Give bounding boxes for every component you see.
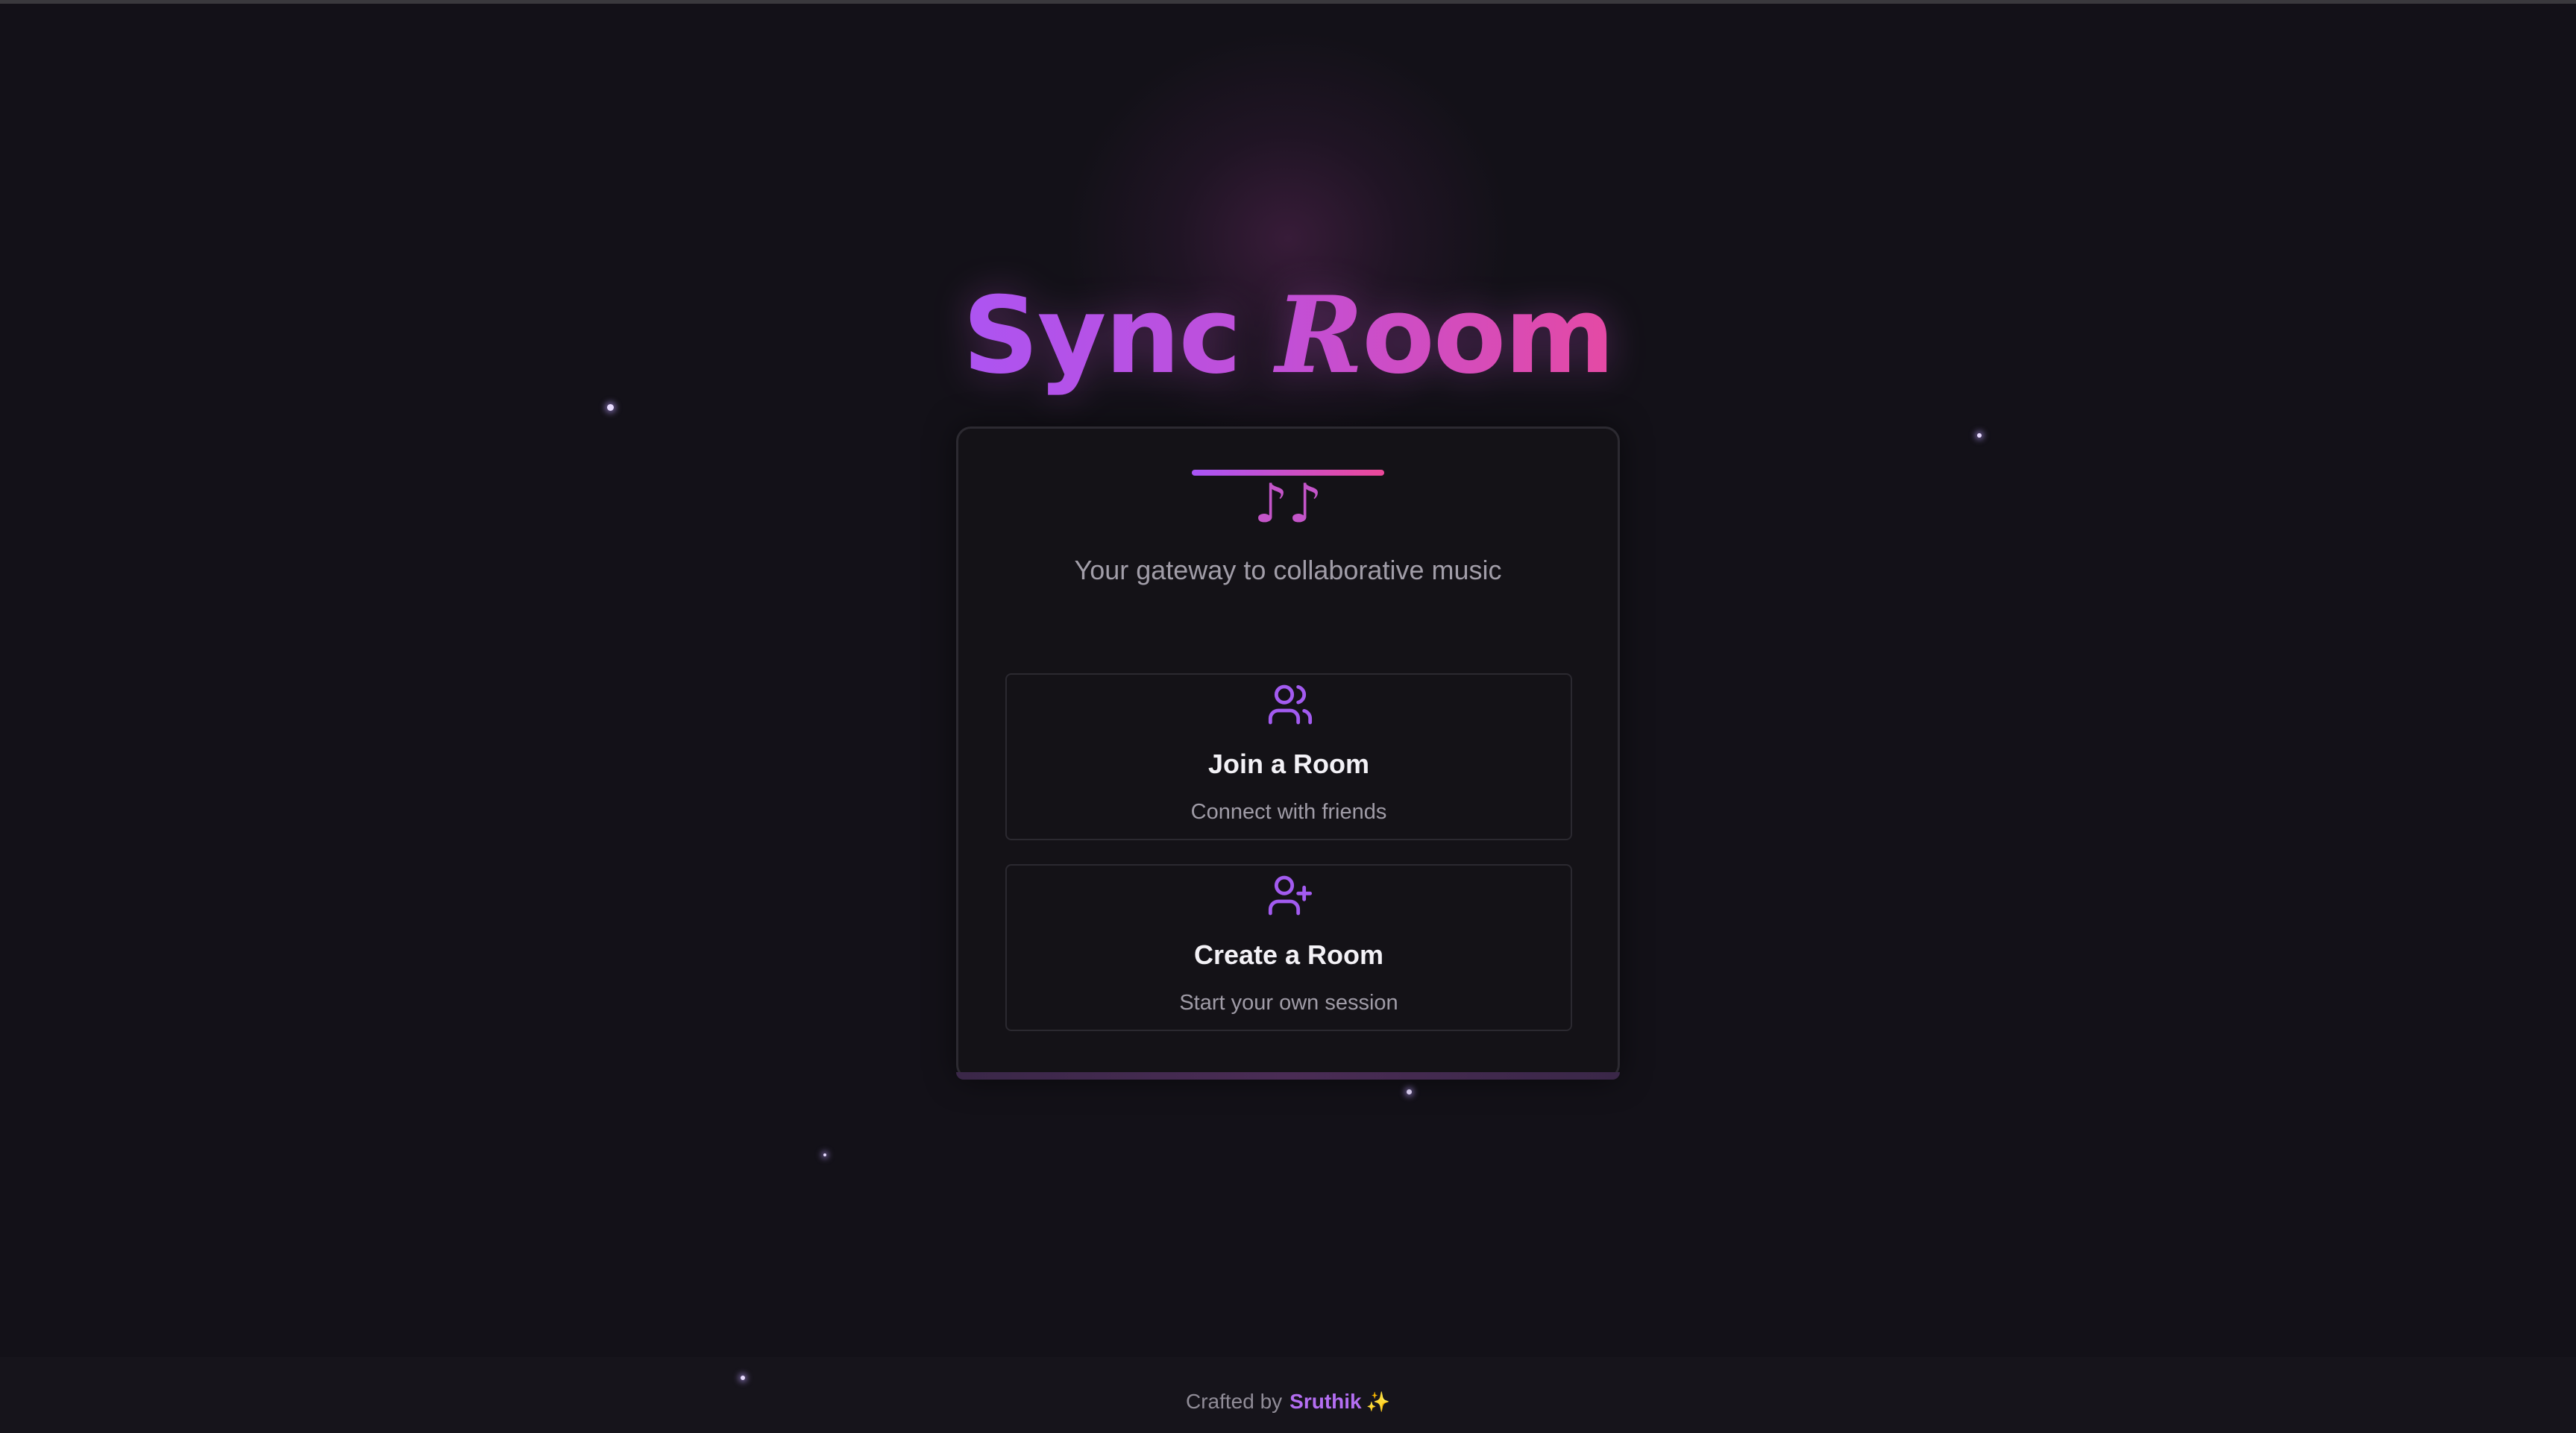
user-plus-icon [1266, 872, 1314, 919]
star-decoration [607, 404, 614, 411]
footer-credit: Crafted by Sruthik ✨ [1119, 1383, 1457, 1420]
tagline: Your gateway to collaborative music [1074, 555, 1502, 585]
title-part2: oom [1362, 274, 1614, 397]
music-notes-icon: ♪♪ [1254, 472, 1322, 535]
join-room-button[interactable]: Join a Room Connect with friends [1005, 673, 1572, 840]
author-link[interactable]: Sruthik [1289, 1390, 1361, 1413]
title-script-letter: R [1275, 274, 1363, 397]
app-title: Sync Room [895, 265, 1681, 406]
users-icon [1266, 681, 1314, 728]
create-room-label: Create a Room [1193, 939, 1384, 970]
footer-prefix: Crafted by [1185, 1390, 1283, 1413]
top-border [0, 0, 2576, 4]
sparkle-icon: ✨ [1366, 1391, 1390, 1413]
create-room-subtitle: Start your own session [1179, 991, 1398, 1015]
card-bottom-accent [956, 1072, 1620, 1080]
star-decoration [741, 1376, 745, 1380]
star-decoration [823, 1153, 826, 1156]
join-room-subtitle: Connect with friends [1190, 800, 1387, 824]
star-decoration [1977, 433, 1982, 438]
star-decoration [1407, 1089, 1412, 1095]
join-room-label: Join a Room [1207, 749, 1370, 779]
create-room-button[interactable]: Create a Room Start your own session [1005, 864, 1572, 1031]
title-part1: Sync [962, 274, 1276, 397]
